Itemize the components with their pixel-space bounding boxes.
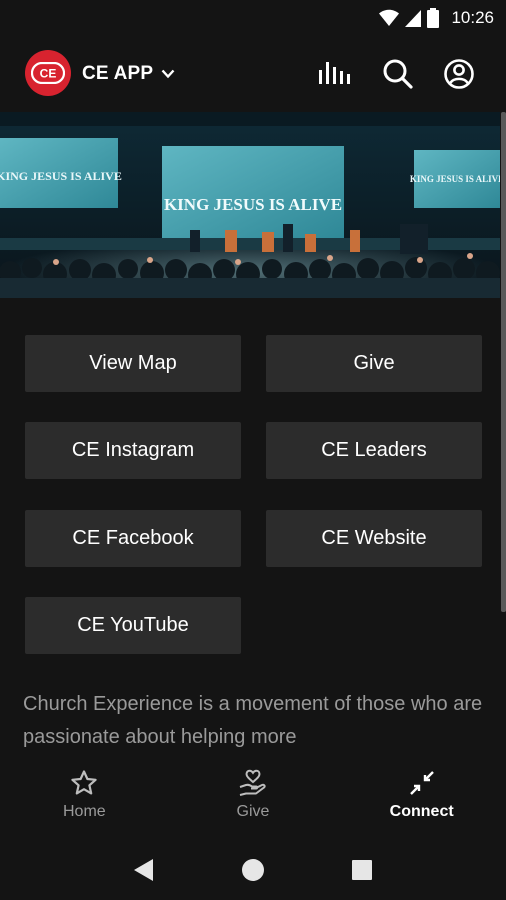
wifi-icon — [379, 9, 400, 26]
hand-heart-icon — [239, 769, 266, 796]
nav-connect-label: Connect — [389, 803, 454, 820]
home-circle-icon — [241, 859, 264, 881]
ce-facebook-button[interactable]: CE Facebook — [25, 510, 241, 567]
home-button[interactable] — [233, 850, 273, 890]
cell-signal-icon — [405, 9, 422, 27]
scrollbar[interactable] — [501, 112, 506, 612]
center-screen — [162, 146, 344, 238]
description-text: Church Experience is a movement of those… — [23, 693, 483, 748]
right-screen-text: KING JESUS IS ALIVE — [410, 174, 500, 184]
hero-image: KING JESUS IS ALIVE KING JESUS IS ALIVE … — [0, 112, 500, 298]
nav-home[interactable]: Home — [0, 757, 169, 840]
view-map-button[interactable]: View Map — [25, 335, 241, 392]
concert-stage-image: KING JESUS IS ALIVE KING JESUS IS ALIVE … — [0, 112, 500, 298]
left-screen-text: KING JESUS IS ALIVE — [0, 169, 122, 183]
app-logo[interactable]: CE — [25, 50, 71, 96]
app-header: CE CE APP — [0, 36, 506, 112]
system-nav-bar — [0, 840, 506, 900]
star-icon — [71, 770, 98, 795]
search-button[interactable] — [382, 58, 414, 90]
app-title: CE APP — [82, 63, 154, 84]
back-triangle-icon — [134, 859, 154, 881]
center-screen-text: KING JESUS IS ALIVE — [164, 195, 342, 214]
ce-logo-icon: CE — [31, 62, 65, 84]
audio-bars-button[interactable] — [318, 58, 350, 90]
status-bar: 10:26 — [0, 0, 506, 36]
bottom-nav: Home Give Connect — [0, 757, 506, 840]
chevron-down-icon — [161, 69, 175, 79]
audio-bars-icon — [319, 62, 350, 84]
account-icon — [444, 59, 474, 89]
nav-connect[interactable]: Connect — [337, 757, 506, 840]
ce-leaders-button[interactable]: CE Leaders — [266, 422, 482, 479]
app-switcher[interactable]: CE APP — [82, 62, 175, 86]
back-button[interactable] — [124, 850, 164, 890]
give-button[interactable]: Give — [266, 335, 482, 392]
account-button[interactable] — [443, 58, 475, 90]
nav-home-label: Home — [62, 803, 106, 820]
arrows-inward-icon — [409, 771, 434, 795]
ce-youtube-button[interactable]: CE YouTube — [25, 597, 241, 654]
nav-give[interactable]: Give — [169, 757, 338, 840]
recents-button[interactable] — [342, 850, 382, 890]
ce-instagram-button[interactable]: CE Instagram — [25, 422, 241, 479]
battery-icon — [427, 8, 440, 28]
svg-text:CE: CE — [40, 67, 57, 81]
status-time: 10:26 — [451, 8, 494, 27]
ce-website-button[interactable]: CE Website — [266, 510, 482, 567]
nav-give-label: Give — [236, 803, 270, 820]
recents-square-icon — [351, 860, 372, 880]
search-icon — [383, 59, 413, 89]
